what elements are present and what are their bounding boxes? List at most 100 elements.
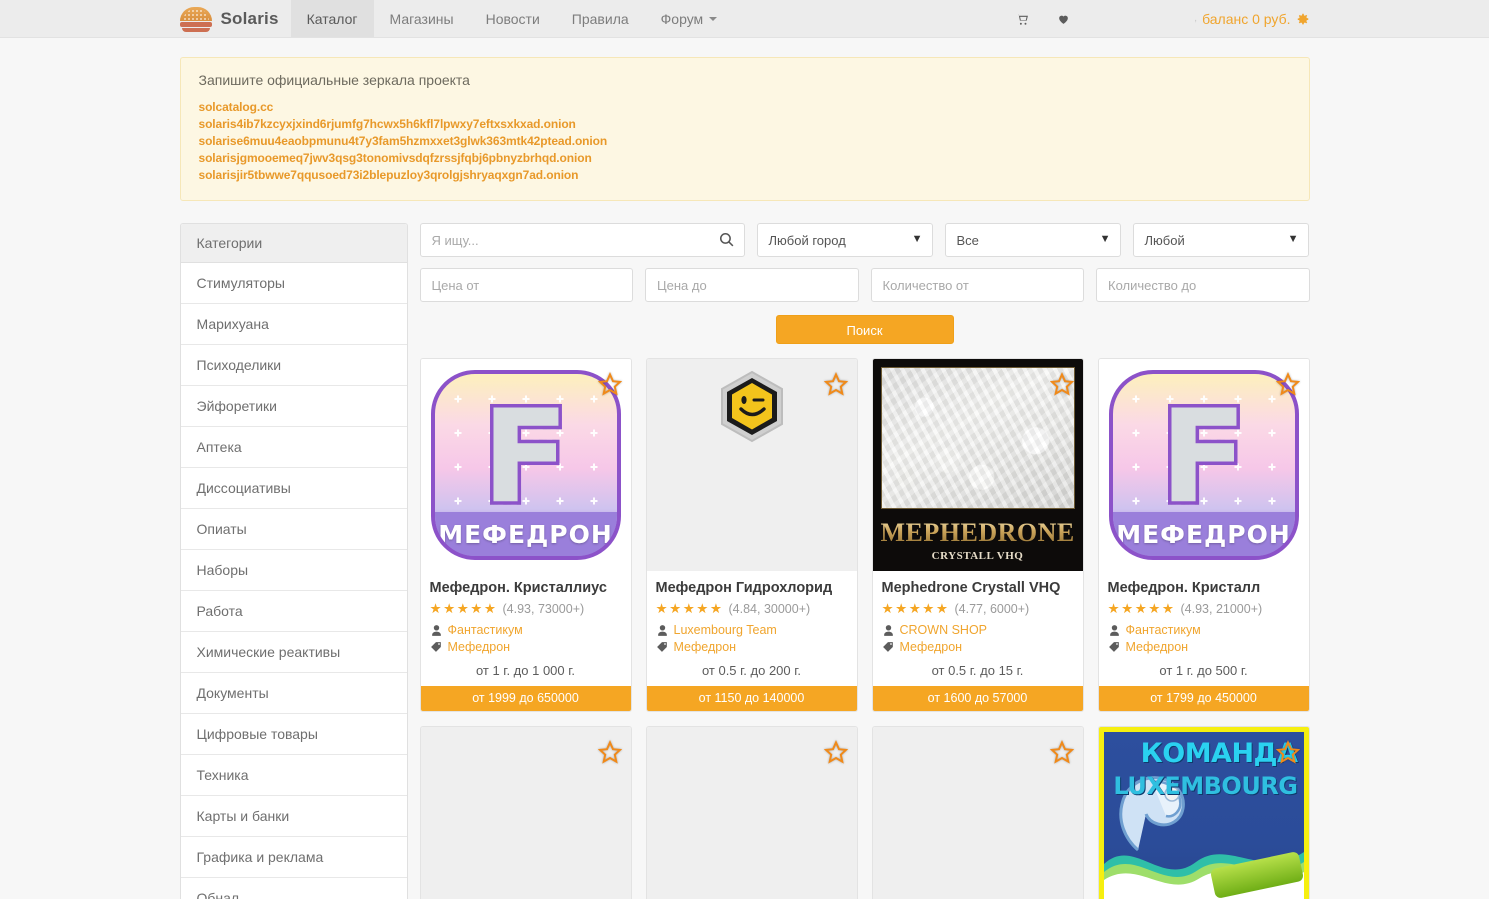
product-card[interactable]: NOVUS ORDO · SECLORUM ANNUIT COEPTIS MAF… [419, 726, 632, 899]
nav-links: Каталог Магазины Новости Правила Форум [290, 0, 734, 37]
sidebar-item-nabory[interactable]: Наборы [180, 550, 407, 591]
product-thumbnail[interactable]: F МЕФЕДРОН [1098, 359, 1309, 571]
favorite-star-icon[interactable] [1275, 740, 1300, 764]
cart-button[interactable] [1002, 11, 1043, 27]
product-thumbnail[interactable]: КОМАНДА LUXEMBOURG ХИМИК [1098, 727, 1309, 899]
sidebar-item-apteka[interactable]: Аптека [180, 427, 407, 468]
price-from-input[interactable] [419, 268, 633, 302]
product-seller[interactable]: Фантастикум [1108, 623, 1300, 637]
mirror-link-4[interactable]: solarisjgmooemeq7jwv3qsg3tonomivsdqfzrss… [199, 150, 1291, 167]
gear-icon [1297, 13, 1308, 24]
product-tag[interactable]: Мефедрон [882, 640, 1074, 654]
sidebar-item-marihuana[interactable]: Марихуана [180, 304, 407, 345]
seller-link[interactable]: Фантастикум [1126, 623, 1201, 637]
seller-link[interactable]: Фантастикум [448, 623, 523, 637]
product-price[interactable]: от 1999 до 650000 [420, 686, 631, 711]
mirror-link-5[interactable]: solarisjir5tbwwe7qqusoed73i2blepuzloy3qr… [199, 167, 1291, 184]
quantity-from-input[interactable] [870, 268, 1084, 302]
product-tag[interactable]: Мефедрон [1108, 640, 1300, 654]
product-tag[interactable]: Мефедрон [430, 640, 622, 654]
search-input[interactable] [419, 223, 745, 257]
sidebar-item-stimulyatory[interactable]: Стимуляторы [180, 263, 407, 304]
sidebar-item-dissociativy[interactable]: Диссоциативы [180, 468, 407, 509]
favorite-star-icon[interactable] [1049, 372, 1074, 396]
product-card[interactable]: MEPHEDRONE CRYSTALL VHQ Mephedrone Cryst… [871, 358, 1084, 712]
sidebar-item-eyforetiki[interactable]: Эйфоретики [180, 386, 407, 427]
product-thumbnail[interactable] [646, 359, 857, 571]
sidebar-item-himreaktivy[interactable]: Химические реактивы [180, 632, 407, 673]
quantity-to-input[interactable] [1096, 268, 1310, 302]
product-price[interactable]: от 1150 до 140000 [646, 686, 857, 711]
brand-logo-link[interactable]: Solaris [179, 0, 291, 37]
favorites-button[interactable] [1043, 11, 1084, 27]
product-card[interactable]: КОМАНДА LUXEMBOURG ХИМИК [1097, 726, 1310, 899]
any-select[interactable]: Любой [1132, 223, 1309, 257]
favorite-star-icon[interactable] [823, 740, 848, 764]
product-seller[interactable]: Luxembourg Team [656, 623, 848, 637]
product-weight: от 0.5 г. до 15 г. [931, 663, 1024, 678]
tag-icon [430, 641, 441, 652]
category-select[interactable]: Все [944, 223, 1121, 257]
tag-link[interactable]: Мефедрон [900, 640, 963, 654]
rating-text: (4.84, 30000+) [728, 602, 811, 616]
product-seller[interactable]: CROWN SHOP [882, 623, 1074, 637]
tag-link[interactable]: Мефедрон [448, 640, 511, 654]
mirror-link-3[interactable]: solarise6muu4eaobpmunu4t7y3fam5hzmxxet3g… [199, 133, 1291, 150]
favorite-star-icon[interactable] [597, 740, 622, 764]
product-thumbnail[interactable]: NOVUS ORDO · SECLORUM ANNUIT COEPTIS MAF… [646, 727, 857, 899]
sidebar-item-tehnika[interactable]: Техника [180, 755, 407, 796]
sidebar-item-obnal[interactable]: Обнал [181, 878, 407, 899]
chevron-down-icon: ▼ [1287, 233, 1299, 245]
product-thumbnail[interactable]: MEPHEDRONE CRYSTALL VHQ [872, 359, 1083, 571]
product-thumbnail[interactable]: NOVUS ORDO · SECLORUM ANNUIT COEPTIS MAF… [420, 727, 631, 899]
nav-item-catalog[interactable]: Каталог [290, 0, 374, 37]
product-tag[interactable]: Мефедрон [656, 640, 848, 654]
product-card[interactable]: Мефедрон Гидрохлорид ★★★★★ (4.84, 30000+… [645, 358, 858, 712]
product-title: Мефедрон. Кристаллиус [429, 580, 607, 596]
sidebar-item-grafika[interactable]: Графика и реклама [180, 837, 407, 878]
seller-link[interactable]: CROWN SHOP [900, 623, 988, 637]
sidebar-item-cifrovye-tovary[interactable]: Цифровые товары [180, 714, 407, 755]
product-seller[interactable]: Фантастикум [430, 623, 622, 637]
sidebar-item-dokumenty[interactable]: Документы [180, 673, 407, 714]
cart-icon [1017, 13, 1029, 25]
seller-link[interactable]: Luxembourg Team [674, 623, 777, 637]
sidebar-item-psihodeliki[interactable]: Психоделики [180, 345, 407, 386]
sidebar-item-opiaty[interactable]: Опиаты [180, 509, 407, 550]
product-rating: ★★★★★ (4.84, 30000+) [656, 601, 848, 617]
product-card[interactable]: NOVUS ORDO · SECLORUM ANNUIT COEPTIS MAF… [645, 726, 858, 899]
nav-item-news[interactable]: Новости [470, 0, 556, 37]
product-price[interactable]: от 1600 до 57000 [872, 686, 1083, 711]
nav-item-forum[interactable]: Форум [645, 0, 734, 37]
mirror-link-1[interactable]: solcatalog.cc [199, 99, 1291, 116]
user-icon [657, 624, 667, 636]
rating-stars: ★★★★★ [655, 601, 724, 616]
balance-link[interactable]: , баланс 0 руб. [1084, 11, 1309, 27]
city-select[interactable]: Любой город [756, 223, 933, 257]
product-thumbnail[interactable]: F МЕФЕДРОН [420, 359, 631, 571]
product-price[interactable]: от 1799 до 450000 [1098, 686, 1309, 711]
favorite-star-icon[interactable] [1049, 740, 1074, 764]
artwork-sublabel: LUXEMBOURG [1113, 772, 1298, 800]
product-card[interactable]: F МЕФЕДРОН Мефедрон. Кристалл ★★★★★ (4.9 [1097, 358, 1310, 712]
nav-item-shops[interactable]: Магазины [374, 0, 470, 37]
tag-icon [656, 641, 667, 652]
sidebar-item-rabota[interactable]: Работа [180, 591, 407, 632]
tag-link[interactable]: Мефедрон [1126, 640, 1189, 654]
product-body: Mephedrone Crystall VHQ ★★★★★ (4.77, 600… [873, 571, 1083, 686]
filter-row-primary: Любой город ▼ Все ▼ Любой ▼ [419, 223, 1310, 257]
nav-item-rules[interactable]: Правила [556, 0, 645, 37]
search-icon[interactable] [718, 231, 735, 248]
tag-link[interactable]: Мефедрон [674, 640, 737, 654]
product-card[interactable]: КУРЬЕР ₿ LUXEMBOURG TEAM [871, 726, 1084, 899]
price-to-input[interactable] [645, 268, 859, 302]
product-card[interactable]: F МЕФЕДРОН Мефедрон. Кристаллиус ★★★★★ ( [419, 358, 632, 712]
search-button[interactable]: Поиск [775, 315, 954, 344]
sidebar-item-karty-i-banki[interactable]: Карты и банки [180, 796, 407, 837]
favorite-star-icon[interactable] [1275, 372, 1300, 396]
favorite-star-icon[interactable] [823, 372, 848, 396]
product-thumbnail[interactable]: КУРЬЕР ₿ LUXEMBOURG TEAM [872, 727, 1083, 899]
mirror-link-2[interactable]: solaris4ib7kzcyxjxind6rjumfg7hcwx5h6kfl7… [199, 116, 1291, 133]
mirrors-title: Запишите официальные зеркала проекта [198, 72, 470, 88]
favorite-star-icon[interactable] [597, 372, 622, 396]
